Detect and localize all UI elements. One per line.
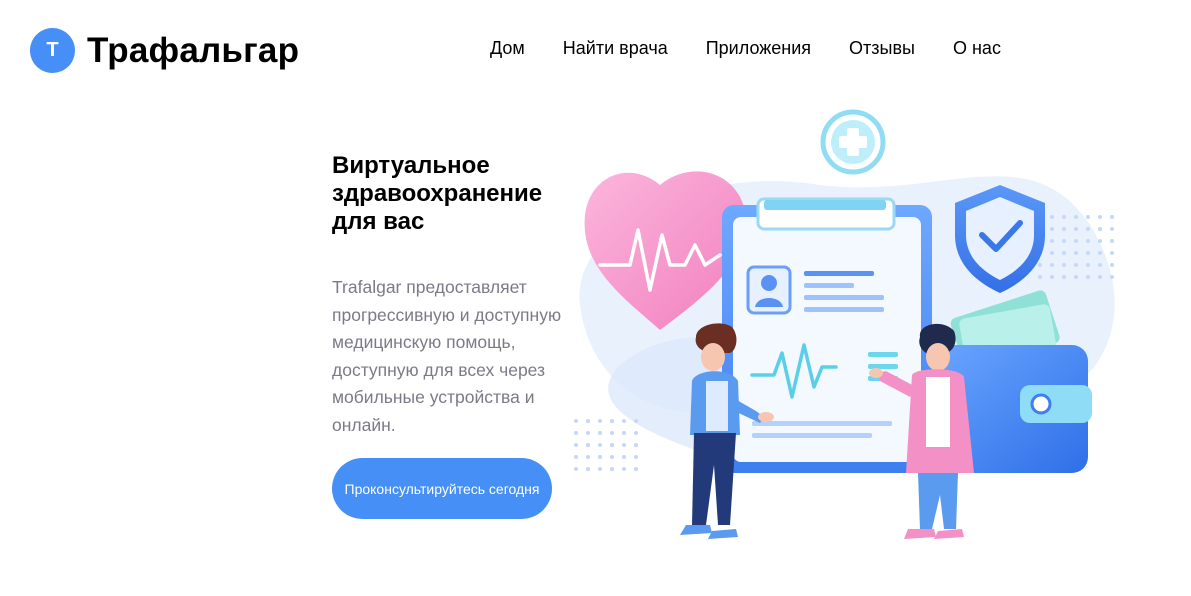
nav-item-apps[interactable]: Приложения — [706, 38, 811, 59]
consult-button[interactable]: Проконсультируйтесь сегодня — [332, 458, 552, 519]
header: T Трафальгар Дом Найти врача Приложения … — [0, 0, 1191, 100]
logo[interactable]: T Трафальгар — [30, 28, 299, 73]
nav-item-find-doctor[interactable]: Найти врача — [563, 38, 668, 59]
logo-badge: T — [30, 28, 75, 73]
main-nav: Дом Найти врача Приложения Отзывы О нас — [490, 38, 1001, 59]
nav-item-reviews[interactable]: Отзывы — [849, 38, 915, 59]
brand-name: Трафальгар — [87, 30, 300, 70]
hero-illustration — [560, 105, 1120, 555]
dot-grid-left — [574, 419, 638, 471]
nav-item-home[interactable]: Дом — [490, 38, 525, 59]
hero-description: Trafalgar предоставляет прогрессивную и … — [332, 277, 562, 435]
nav-item-about[interactable]: О нас — [953, 38, 1001, 59]
clipboard-icon — [722, 197, 932, 473]
medical-cross-icon — [820, 109, 886, 175]
hero-title: Виртуальное здравоохранение для вас — [332, 152, 543, 235]
